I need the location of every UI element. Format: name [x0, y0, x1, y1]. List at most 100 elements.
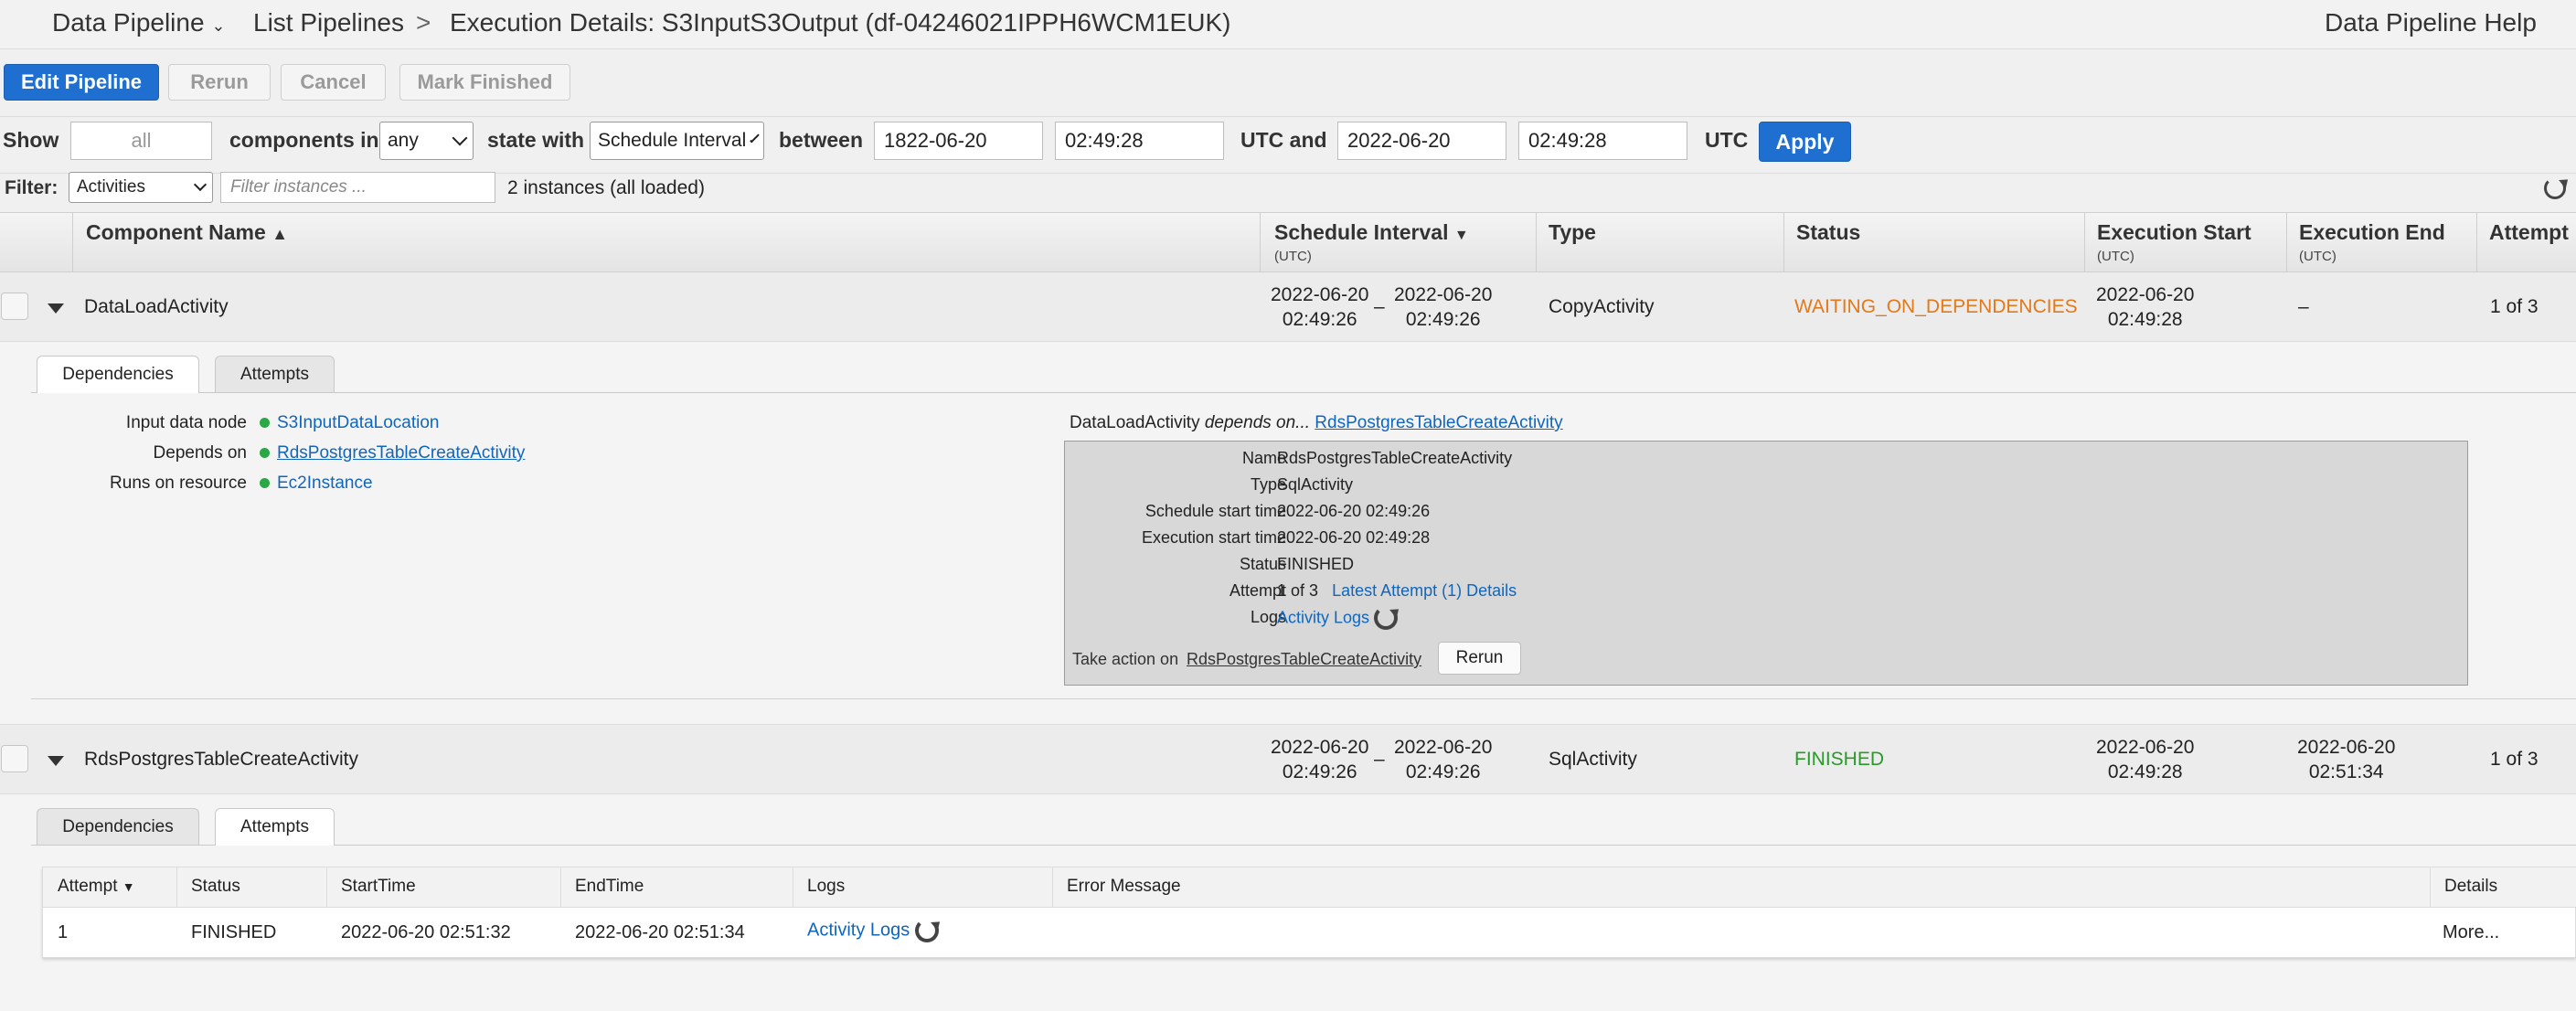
- type-value: SqlActivity: [1277, 475, 1354, 494]
- column-schedule-interval[interactable]: Schedule Interval ▼ (UTC): [1274, 220, 1469, 264]
- apply-button[interactable]: Apply: [1759, 122, 1851, 162]
- execution-start: 2022-06-20 02:49:28: [2096, 737, 2195, 782]
- schedule-start-key: Schedule start time: [1144, 502, 1286, 520]
- column-error-message[interactable]: Error Message: [1052, 877, 1181, 897]
- tab-dependencies[interactable]: Dependencies: [37, 808, 199, 845]
- depends-on-value[interactable]: RdsPostgresTableCreateActivity: [260, 443, 525, 463]
- column-type[interactable]: Type: [1549, 220, 1596, 245]
- attempt-number: 1: [58, 922, 69, 942]
- schedule-start: 2022-06-20 02:49:26: [1271, 737, 1369, 782]
- status-value: FINISHED: [1277, 555, 1355, 573]
- row-checkbox[interactable]: [1, 745, 28, 772]
- execution-start-value: 2022-06-20 02:49:28: [1277, 528, 1431, 547]
- column-component-name[interactable]: Component Name ▲︎: [86, 220, 288, 245]
- breadcrumb-separator: >: [416, 8, 431, 37]
- state-value: Schedule Interval: [598, 130, 747, 151]
- schedule-start-value: 2022-06-20 02:49:26: [1277, 502, 1431, 520]
- dependency-heading: DataLoadActivity depends on... RdsPostgr…: [1070, 413, 1563, 432]
- service-menu[interactable]: Data Pipeline ⌄: [52, 8, 225, 37]
- refresh-icon[interactable]: [914, 919, 939, 942]
- attempt-logs: Activity Logs: [793, 919, 939, 942]
- components-select[interactable]: any: [379, 122, 474, 160]
- execution-end: –: [2298, 296, 2309, 317]
- edit-pipeline-button[interactable]: Edit Pipeline: [4, 64, 159, 101]
- status-dot-icon: [260, 448, 270, 459]
- status-badge: WAITING_ON_DEPENDENCIES: [1794, 296, 2078, 317]
- utc-label: UTC: [1705, 128, 1749, 152]
- type-key: Type: [1250, 475, 1286, 494]
- rerun-button[interactable]: Rerun: [168, 64, 271, 101]
- column-execution-end[interactable]: Execution End (UTC): [2299, 220, 2445, 264]
- refresh-icon[interactable]: [1374, 606, 1399, 630]
- filter-instances-input[interactable]: Filter instances ...: [220, 172, 495, 203]
- end-date-input[interactable]: 2022-06-20: [1337, 122, 1506, 160]
- schedule-dash: –: [1374, 296, 1385, 317]
- tab-attempts[interactable]: Attempts: [215, 808, 335, 846]
- input-data-node-label: Input data node: [125, 413, 247, 432]
- filter-type-value: Activities: [77, 177, 145, 197]
- name-key: Name: [1241, 449, 1286, 467]
- attempt-end-time: 2022-06-20 02:51:34: [575, 922, 745, 942]
- state-with-label: state with: [487, 128, 585, 152]
- dependency-link[interactable]: RdsPostgresTableCreateActivity: [1315, 413, 1562, 432]
- start-date-input[interactable]: 1822-06-20: [874, 122, 1043, 160]
- more-details-link[interactable]: More...: [2443, 922, 2499, 943]
- attempt-count: 1 of 3: [2490, 296, 2539, 317]
- chevron-down-icon: [452, 130, 468, 146]
- take-action-link[interactable]: RdsPostgresTableCreateActivity: [1187, 650, 1421, 669]
- execution-end: 2022-06-20 02:51:34: [2297, 737, 2396, 782]
- column-attempt[interactable]: Attempt: [2489, 220, 2569, 245]
- attempts-table-header: Attempt ▼ Status StartTime EndTime Logs …: [43, 867, 2576, 908]
- logs-key: Logs: [1250, 608, 1286, 626]
- collapse-icon[interactable]: [48, 756, 64, 766]
- column-endtime[interactable]: EndTime: [560, 877, 644, 897]
- state-select[interactable]: Schedule Interval: [590, 122, 764, 160]
- breadcrumb-list-pipelines[interactable]: List Pipelines: [253, 8, 404, 37]
- chevron-down-icon: ⌄: [211, 16, 226, 35]
- dependency-detail-box: Name RdsPostgresTableCreateActivity Type…: [1064, 441, 2468, 686]
- mark-finished-button[interactable]: Mark Finished: [399, 64, 570, 101]
- execution-start-key: Execution start time: [1141, 528, 1286, 547]
- activity-logs-link[interactable]: Activity Logs: [1277, 609, 1369, 627]
- tab-dependencies[interactable]: Dependencies: [37, 356, 199, 393]
- latest-attempt-link[interactable]: Latest Attempt (1) Details: [1332, 581, 1517, 600]
- column-execution-start[interactable]: Execution Start (UTC): [2097, 220, 2251, 264]
- activity-logs-link[interactable]: Activity Logs: [807, 921, 910, 941]
- end-time-input[interactable]: 02:49:28: [1518, 122, 1687, 160]
- table-header: Component Name ▲︎ Schedule Interval ▼ (UT…: [0, 212, 2576, 272]
- refresh-icon[interactable]: [2544, 177, 2566, 199]
- table-row[interactable]: RdsPostgresTableCreateActivity 2022-06-2…: [0, 725, 2576, 794]
- column-status[interactable]: Status: [176, 877, 240, 897]
- runs-on-value[interactable]: Ec2Instance: [260, 474, 373, 494]
- column-status[interactable]: Status: [1796, 220, 1860, 245]
- attempts-table: Attempt ▼ Status StartTime EndTime Logs …: [42, 867, 2576, 958]
- input-data-node-value[interactable]: S3InputDataLocation: [260, 413, 439, 433]
- chevron-down-icon: [193, 177, 208, 192]
- cancel-button[interactable]: Cancel: [281, 64, 386, 101]
- column-details[interactable]: Details: [2430, 877, 2497, 897]
- status-dot-icon: [260, 418, 270, 429]
- take-action-label: Take action on: [1072, 650, 1179, 668]
- sort-desc-icon: ▼: [122, 879, 135, 894]
- runs-on-label: Runs on resource: [110, 474, 247, 493]
- component-type: CopyActivity: [1549, 296, 1655, 317]
- filter-type-select[interactable]: Activities: [69, 172, 213, 203]
- start-time-input[interactable]: 02:49:28: [1055, 122, 1224, 160]
- table-row[interactable]: DataLoadActivity 2022-06-20 02:49:26 – 20…: [0, 272, 2576, 342]
- schedule-dash: –: [1374, 749, 1385, 770]
- column-starttime[interactable]: StartTime: [326, 877, 416, 897]
- component-name: RdsPostgresTableCreateActivity: [84, 749, 358, 770]
- instances-count: 2 instances (all loaded): [507, 177, 705, 198]
- execution-start: 2022-06-20 02:49:28: [2096, 284, 2195, 330]
- tab-attempts[interactable]: Attempts: [215, 356, 335, 392]
- help-link[interactable]: Data Pipeline Help: [2325, 8, 2537, 37]
- rerun-dependency-button[interactable]: Rerun: [1438, 642, 1521, 675]
- column-logs[interactable]: Logs: [793, 877, 845, 897]
- logs-value: Activity Logs: [1277, 606, 1399, 630]
- page-title: Execution Details: S3InputS3Output (df-0…: [450, 8, 1231, 37]
- column-attempt[interactable]: Attempt ▼: [58, 877, 135, 897]
- row-checkbox[interactable]: [1, 293, 28, 320]
- components-value: any: [388, 130, 419, 151]
- show-count-input[interactable]: all: [70, 122, 212, 160]
- collapse-icon[interactable]: [48, 303, 64, 314]
